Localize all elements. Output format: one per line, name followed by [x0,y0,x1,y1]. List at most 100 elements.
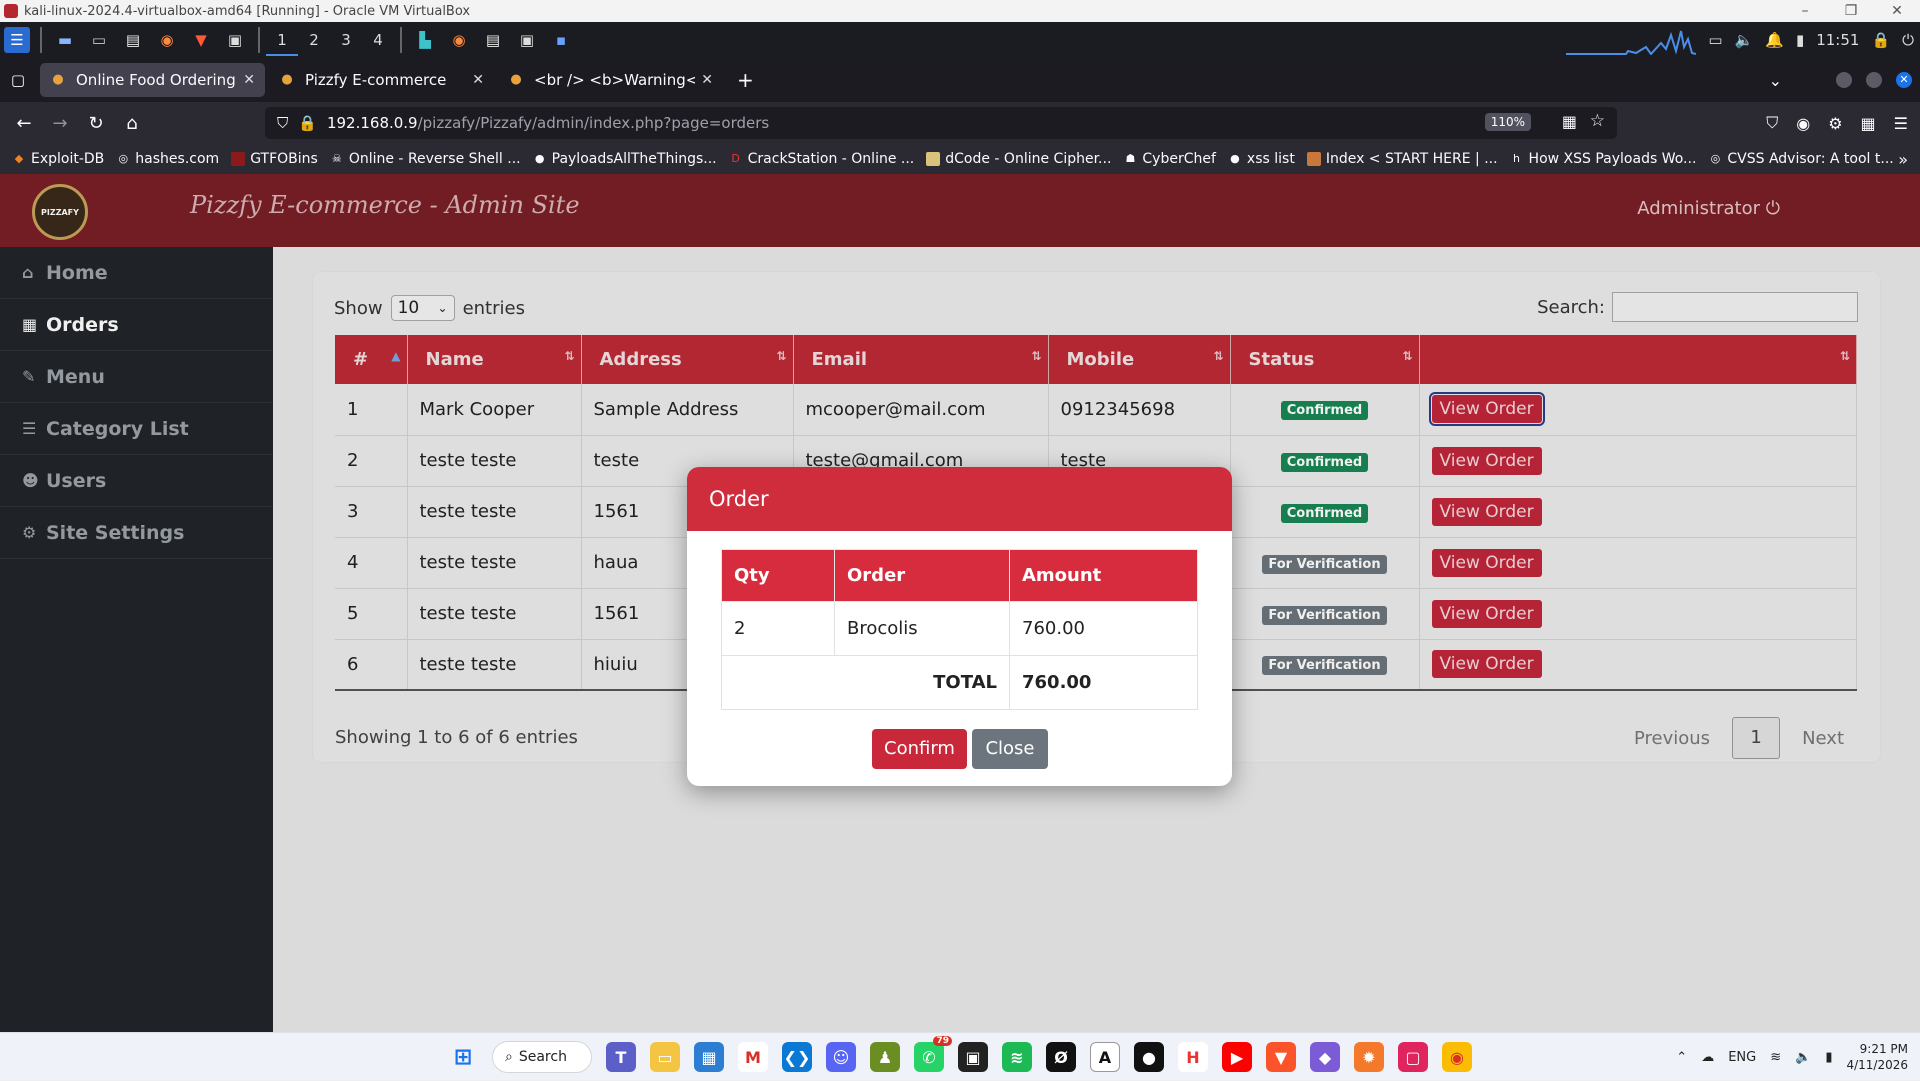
bookmark-star-icon[interactable]: ☆ [1590,111,1605,131]
restore-icon[interactable]: ❐ [1828,0,1874,22]
minimize-icon[interactable]: – [1782,0,1828,22]
chevron-up-icon[interactable]: ⌃ [1676,1050,1687,1065]
bookmark-gtfobins[interactable]: GTFOBins [231,151,318,167]
padlock-icon[interactable]: 🔒 [298,114,317,132]
discord-icon[interactable]: ☺ [826,1042,856,1072]
battery-icon[interactable]: ▮ [1796,31,1804,49]
youtube-icon[interactable]: ▶ [1222,1042,1252,1072]
editor-window-icon[interactable]: ▤ [480,27,506,53]
burp-icon[interactable]: ✹ [1354,1042,1384,1072]
github-icon[interactable]: ● [1134,1042,1164,1072]
text-editor-icon[interactable]: ▤ [120,27,146,53]
brave-icon[interactable]: ▼ [188,27,214,53]
file-explorer-icon[interactable]: ▭ [650,1042,680,1072]
bookmark-reverse-shell[interactable]: ☠ Online - Reverse Shell ... [330,151,521,167]
bookmark-exploit-db[interactable]: ◆ Exploit-DB [12,151,105,167]
language-indicator[interactable]: ENG [1728,1050,1756,1065]
more-bookmarks-icon[interactable]: » [1898,150,1908,169]
forward-icon[interactable]: → [42,113,78,134]
cloud-icon[interactable]: ☁ [1701,1050,1714,1065]
workspace-3[interactable]: 3 [330,24,362,56]
qr-code-icon[interactable]: ▦ [1562,112,1577,131]
app-icon[interactable]: ▢ [1398,1042,1428,1072]
bookmark-dcode[interactable]: dCode - Online Cipher... [926,151,1111,167]
home-icon[interactable]: ⌂ [114,113,150,134]
account-icon[interactable]: ◉ [1796,114,1810,133]
firefox-window-icon[interactable]: ◉ [446,27,472,53]
hackerone-icon[interactable]: H [1178,1042,1208,1072]
battery-icon[interactable]: ▮ [1825,1050,1832,1065]
close-tab-icon[interactable]: ✕ [701,72,713,88]
whatsapp-icon[interactable]: ✆ 79 [914,1036,952,1072]
bell-icon[interactable]: 🔔 [1765,31,1784,49]
firefox-icon[interactable]: ◉ [154,27,180,53]
tab-warning[interactable]: ● <br /> <b>Warning</b>: I ✕ [498,63,723,97]
desktop-icon[interactable]: ▬ [52,27,78,53]
close-window-icon[interactable]: ✕ [1896,72,1912,88]
bookmark-hashes[interactable]: ◎ hashes.com [116,151,219,167]
obsidian-icon[interactable]: A [1090,1042,1120,1072]
lock-icon[interactable]: 🔒 [1871,31,1890,49]
tab-overview-icon[interactable]: ▢ [0,71,36,89]
panel-clock[interactable]: 11:51 [1816,31,1859,49]
chrome-icon[interactable]: ◉ [1442,1042,1472,1072]
file-manager-icon[interactable]: ▭ [86,27,112,53]
apps-icon[interactable]: ▦ [1861,114,1876,133]
maximize-window-icon[interactable] [1866,72,1882,88]
back-icon[interactable]: ← [6,113,42,134]
panel-separator [400,27,402,53]
app-icon[interactable]: ▙ [412,27,438,53]
chess-icon[interactable]: ♟ [870,1042,900,1072]
close-button[interactable]: Close [972,729,1048,769]
bookmark-cyberchef[interactable]: ☗ CyberChef [1123,151,1215,167]
taskbar-search[interactable]: ⌕ Search [492,1041,592,1073]
taskbar-clock[interactable]: 9:21 PM 4/11/2026 [1846,1041,1908,1073]
bookmark-index[interactable]: Index < START HERE | ... [1306,151,1498,167]
logout-icon[interactable]: ⏻ [1902,31,1914,49]
close-icon[interactable]: ✕ [1874,0,1920,22]
workspace-4[interactable]: 4 [362,24,394,56]
wifi-icon[interactable]: ≋ [1770,1050,1781,1065]
github-icon: ● [1230,152,1240,165]
workspace-1[interactable]: 1 [266,24,298,56]
menu-icon[interactable]: ☰ [1894,114,1908,133]
display-icon[interactable]: ▭ [1708,31,1722,49]
notion-icon[interactable]: Ø [1046,1042,1076,1072]
terminal-icon[interactable]: ▣ [958,1042,988,1072]
brave-icon[interactable]: ▼ [1266,1042,1296,1072]
store-icon[interactable]: ▦ [694,1042,724,1072]
tab-online-food-ordering[interactable]: ● Online Food Ordering Sys ✕ [40,63,265,97]
list-all-tabs-icon[interactable]: ⌄ [1769,71,1782,90]
vscode-icon[interactable]: ❮❯ [782,1042,812,1072]
volume-icon[interactable]: 🔈 [1795,1050,1811,1065]
bookmark-payloads[interactable]: ● PayloadsAllTheThings... [533,151,717,167]
shield-icon[interactable]: ⛉ [277,114,288,132]
spotify-icon[interactable]: ≋ [1002,1042,1032,1072]
reload-icon[interactable]: ↻ [78,113,114,134]
zoom-level[interactable]: 110% [1484,113,1531,131]
terminal-window-icon[interactable]: ▣ [514,27,540,53]
terminal-icon[interactable]: ▣ [222,27,248,53]
extensions-icon[interactable]: ⚙ [1828,114,1842,133]
bookmark-xss-payloads[interactable]: h How XSS Payloads Wo... [1510,151,1696,167]
bookmark-crackstation[interactable]: D CrackStation - Online ... [729,151,914,167]
new-tab-icon[interactable]: + [737,68,754,92]
confirm-button[interactable]: Confirm [872,729,967,769]
gmail-icon[interactable]: M [738,1042,768,1072]
tab-pizzfy-ecommerce[interactable]: ● Pizzfy E-commerce ✕ [269,63,494,97]
bookmark-cvss[interactable]: ◎ CVSS Advisor: A tool t... [1708,151,1894,167]
workspace-2[interactable]: 2 [298,24,330,56]
close-tab-icon[interactable]: ✕ [243,72,255,88]
url-bar[interactable]: ⛉ 🔒 192.168.0.9/pizzafy/Pizzafy/admin/in… [265,107,1617,139]
minimize-window-icon[interactable] [1836,72,1852,88]
teams-icon[interactable]: T [606,1042,636,1072]
crackstation-icon: D [731,152,740,165]
pocket-icon[interactable]: ⛉ [1766,113,1778,133]
kali-menu-icon[interactable]: ☰ [4,27,30,53]
windows-start-icon[interactable]: ⊞ [448,1042,478,1072]
bloodhound-icon[interactable]: ◆ [1310,1042,1340,1072]
volume-icon[interactable]: 🔈 [1735,31,1754,49]
bookmark-xss-list[interactable]: ● xss list [1228,151,1295,167]
close-tab-icon[interactable]: ✕ [472,72,484,88]
vm-window-icon[interactable]: ▪ [548,27,574,53]
